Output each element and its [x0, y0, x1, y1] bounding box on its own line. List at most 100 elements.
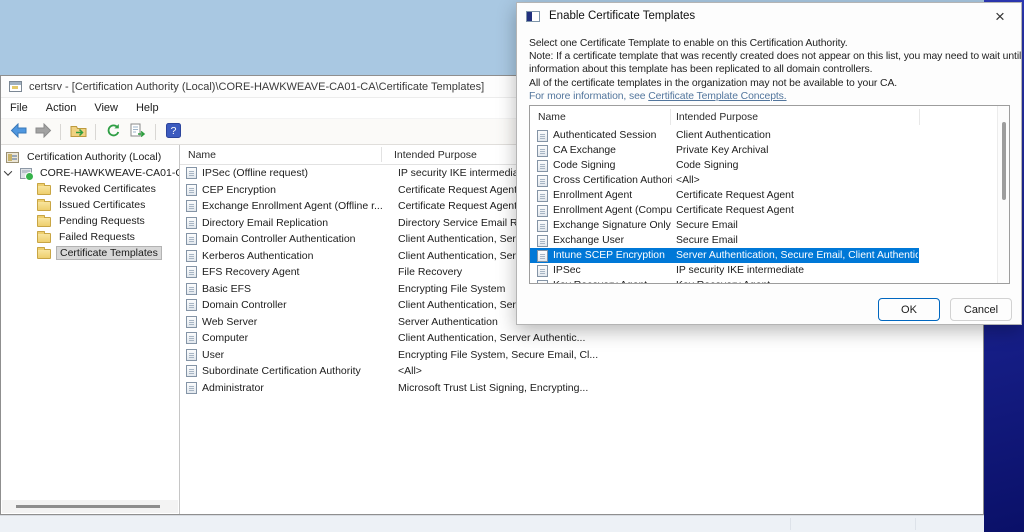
tree-item-pending-requests[interactable]: Pending Requests: [1, 213, 179, 229]
show-console-tree-icon: [70, 123, 87, 141]
table-row[interactable]: ComputerClient Authentication, Server Au…: [180, 330, 983, 347]
template-name: Subordinate Certification Authority: [202, 365, 386, 377]
cancel-button[interactable]: Cancel: [950, 298, 1012, 321]
template-name: Computer: [202, 332, 386, 344]
toolbar-export-list-button[interactable]: [127, 122, 149, 142]
certificate-template-icon: [186, 167, 197, 179]
template-name: Key Recovery Agent: [553, 280, 672, 284]
template-purpose: Private Key Archival: [676, 145, 768, 156]
template-purpose: Server Authentication: [398, 316, 498, 328]
certificate-template-icon: [186, 365, 197, 377]
dialog-list-row[interactable]: Enrollment Agent Certificate Request Agen…: [530, 188, 1009, 203]
template-name: IPSec: [553, 265, 672, 276]
tree-item-certificate-templates[interactable]: Certificate Templates: [1, 245, 179, 261]
column-header-name[interactable]: Name: [530, 112, 668, 123]
dialog-list-row[interactable]: IPSecIP security IKE intermediate: [530, 263, 1009, 278]
dialog-list-row[interactable]: Key Recovery AgentKey Recovery Agent: [530, 278, 1009, 284]
dialog-list-row[interactable]: Authenticated SessionClient Authenticati…: [530, 128, 1009, 143]
tree-item-certification-authority-root[interactable]: Certification Authority (Local): [1, 149, 179, 165]
window-title: certsrv - [Certification Authority (Loca…: [29, 81, 484, 93]
tree-item-failed-requests[interactable]: Failed Requests: [1, 229, 179, 245]
menu-action[interactable]: Action: [37, 100, 86, 116]
tree-item-ca-server[interactable]: CORE-HAWKWEAVE-CA01-CA: [1, 165, 179, 181]
certificate-template-icon: [537, 265, 548, 277]
dialog-list-row[interactable]: Intune SCEP EncryptionServer Authenticat…: [530, 248, 1009, 263]
dialog-button-row: OK Cancel: [517, 298, 1021, 322]
close-icon[interactable]: ×: [989, 6, 1011, 28]
dialog-list-row[interactable]: CA ExchangePrivate Key Archival: [530, 143, 1009, 158]
taskbar-separator: [915, 518, 916, 530]
template-name: Kerberos Authentication: [202, 250, 386, 262]
template-name: Enrollment Agent (Computer): [553, 205, 672, 216]
certificate-template-icon: [186, 217, 197, 229]
certificate-template-icon: [537, 205, 548, 217]
dialog-title: Enable Certificate Templates: [549, 10, 695, 22]
folder-icon: [37, 217, 51, 227]
menu-file[interactable]: File: [1, 100, 37, 116]
certificate-template-icon: [537, 250, 548, 262]
ok-button[interactable]: OK: [878, 298, 940, 321]
template-purpose: Client Authentication, Serve: [398, 250, 527, 262]
forward-arrow-icon: [35, 123, 52, 141]
dialog-list-row[interactable]: Code SigningCode Signing: [530, 158, 1009, 173]
template-purpose: Client Authentication: [676, 130, 771, 141]
toolbar-show-console-tree-button[interactable]: [67, 122, 89, 142]
template-name: Directory Email Replication: [202, 217, 386, 229]
column-divider[interactable]: [381, 147, 382, 162]
template-purpose: Microsoft Trust List Signing, Encrypting…: [398, 382, 588, 394]
template-name: Enrollment Agent: [553, 190, 672, 201]
tree-item-label: Certification Authority (Local): [24, 150, 164, 164]
template-purpose: Certificate Request Agent: [676, 190, 794, 201]
template-purpose: Encrypting File System, Secure Email, Cl…: [398, 349, 598, 361]
refresh-icon: [106, 123, 121, 141]
certificate-template-icon: [186, 332, 197, 344]
dialog-instructions: Select one Certificate Template to enabl…: [529, 37, 1021, 103]
tree-item-label: Pending Requests: [56, 214, 148, 228]
column-header-intended-purpose[interactable]: Intended Purpose: [381, 149, 477, 161]
dialog-list-row[interactable]: Cross Certification Authority<All>: [530, 173, 1009, 188]
dialog-instruction-line: All of the certificate templates in the …: [529, 77, 1021, 90]
scrollbar-thumb[interactable]: [16, 505, 160, 508]
toolbar-refresh-button[interactable]: [102, 122, 124, 142]
toolbar-help-button[interactable]: ?: [162, 122, 184, 142]
table-row[interactable]: Subordinate Certification Authority <All>: [180, 363, 983, 380]
dialog-list-row[interactable]: Enrollment Agent (Computer) Certificate R…: [530, 203, 1009, 218]
chevron-down-icon[interactable]: [4, 167, 12, 175]
mmc-app-icon: [9, 81, 22, 92]
column-header-intended-purpose[interactable]: Intended Purpose: [668, 112, 758, 123]
table-row[interactable]: UserEncrypting File System, Secure Email…: [180, 347, 983, 364]
toolbar-back-arrow-button[interactable]: [7, 122, 29, 142]
template-name: EFS Recovery Agent: [202, 266, 386, 278]
tree-item-revoked-certificates[interactable]: Revoked Certificates: [1, 181, 179, 197]
certificate-template-icon: [537, 220, 548, 232]
scrollbar-thumb[interactable]: [1002, 122, 1006, 200]
template-name: Intune SCEP Encryption: [553, 250, 672, 261]
template-purpose: Certificate Request Agent: [676, 205, 794, 216]
template-name: CEP Encryption: [202, 184, 386, 196]
dialog-list-row[interactable]: Exchange UserSecure Email: [530, 233, 1009, 248]
dialog-template-list[interactable]: Name Intended Purpose Authenticated Sess…: [529, 105, 1010, 284]
dialog-titlebar[interactable]: Enable Certificate Templates: [517, 3, 1021, 22]
template-purpose: <All>: [676, 175, 700, 186]
dialog-instruction-line: information about this template has been…: [529, 63, 1021, 76]
table-row[interactable]: AdministratorMicrosoft Trust List Signin…: [180, 380, 983, 397]
certificate-template-icon: [186, 200, 197, 212]
template-purpose: <All>: [398, 365, 422, 377]
column-divider[interactable]: [670, 109, 671, 125]
menu-help[interactable]: Help: [127, 100, 168, 116]
taskbar[interactable]: [0, 515, 984, 532]
dialog-link-prefix: For more information, see: [529, 91, 648, 102]
column-header-name[interactable]: Name: [180, 149, 381, 161]
dialog-list-row[interactable]: Exchange Signature OnlySecure Email: [530, 218, 1009, 233]
tree-item-issued-certificates[interactable]: Issued Certificates: [1, 197, 179, 213]
certificate-template-icon: [186, 266, 197, 278]
template-name: Exchange Enrollment Agent (Offline r...: [202, 200, 386, 212]
certificate-template-concepts-link[interactable]: Certificate Template Concepts.: [648, 91, 786, 102]
column-divider[interactable]: [919, 109, 920, 125]
menu-view[interactable]: View: [85, 100, 127, 116]
toolbar-forward-arrow-button[interactable]: [32, 122, 54, 142]
tree-horizontal-scrollbar[interactable]: [2, 500, 178, 513]
template-purpose: Secure Email: [676, 220, 738, 231]
certificate-template-icon: [537, 145, 548, 157]
dialog-list-scrollbar[interactable]: [997, 106, 1009, 283]
